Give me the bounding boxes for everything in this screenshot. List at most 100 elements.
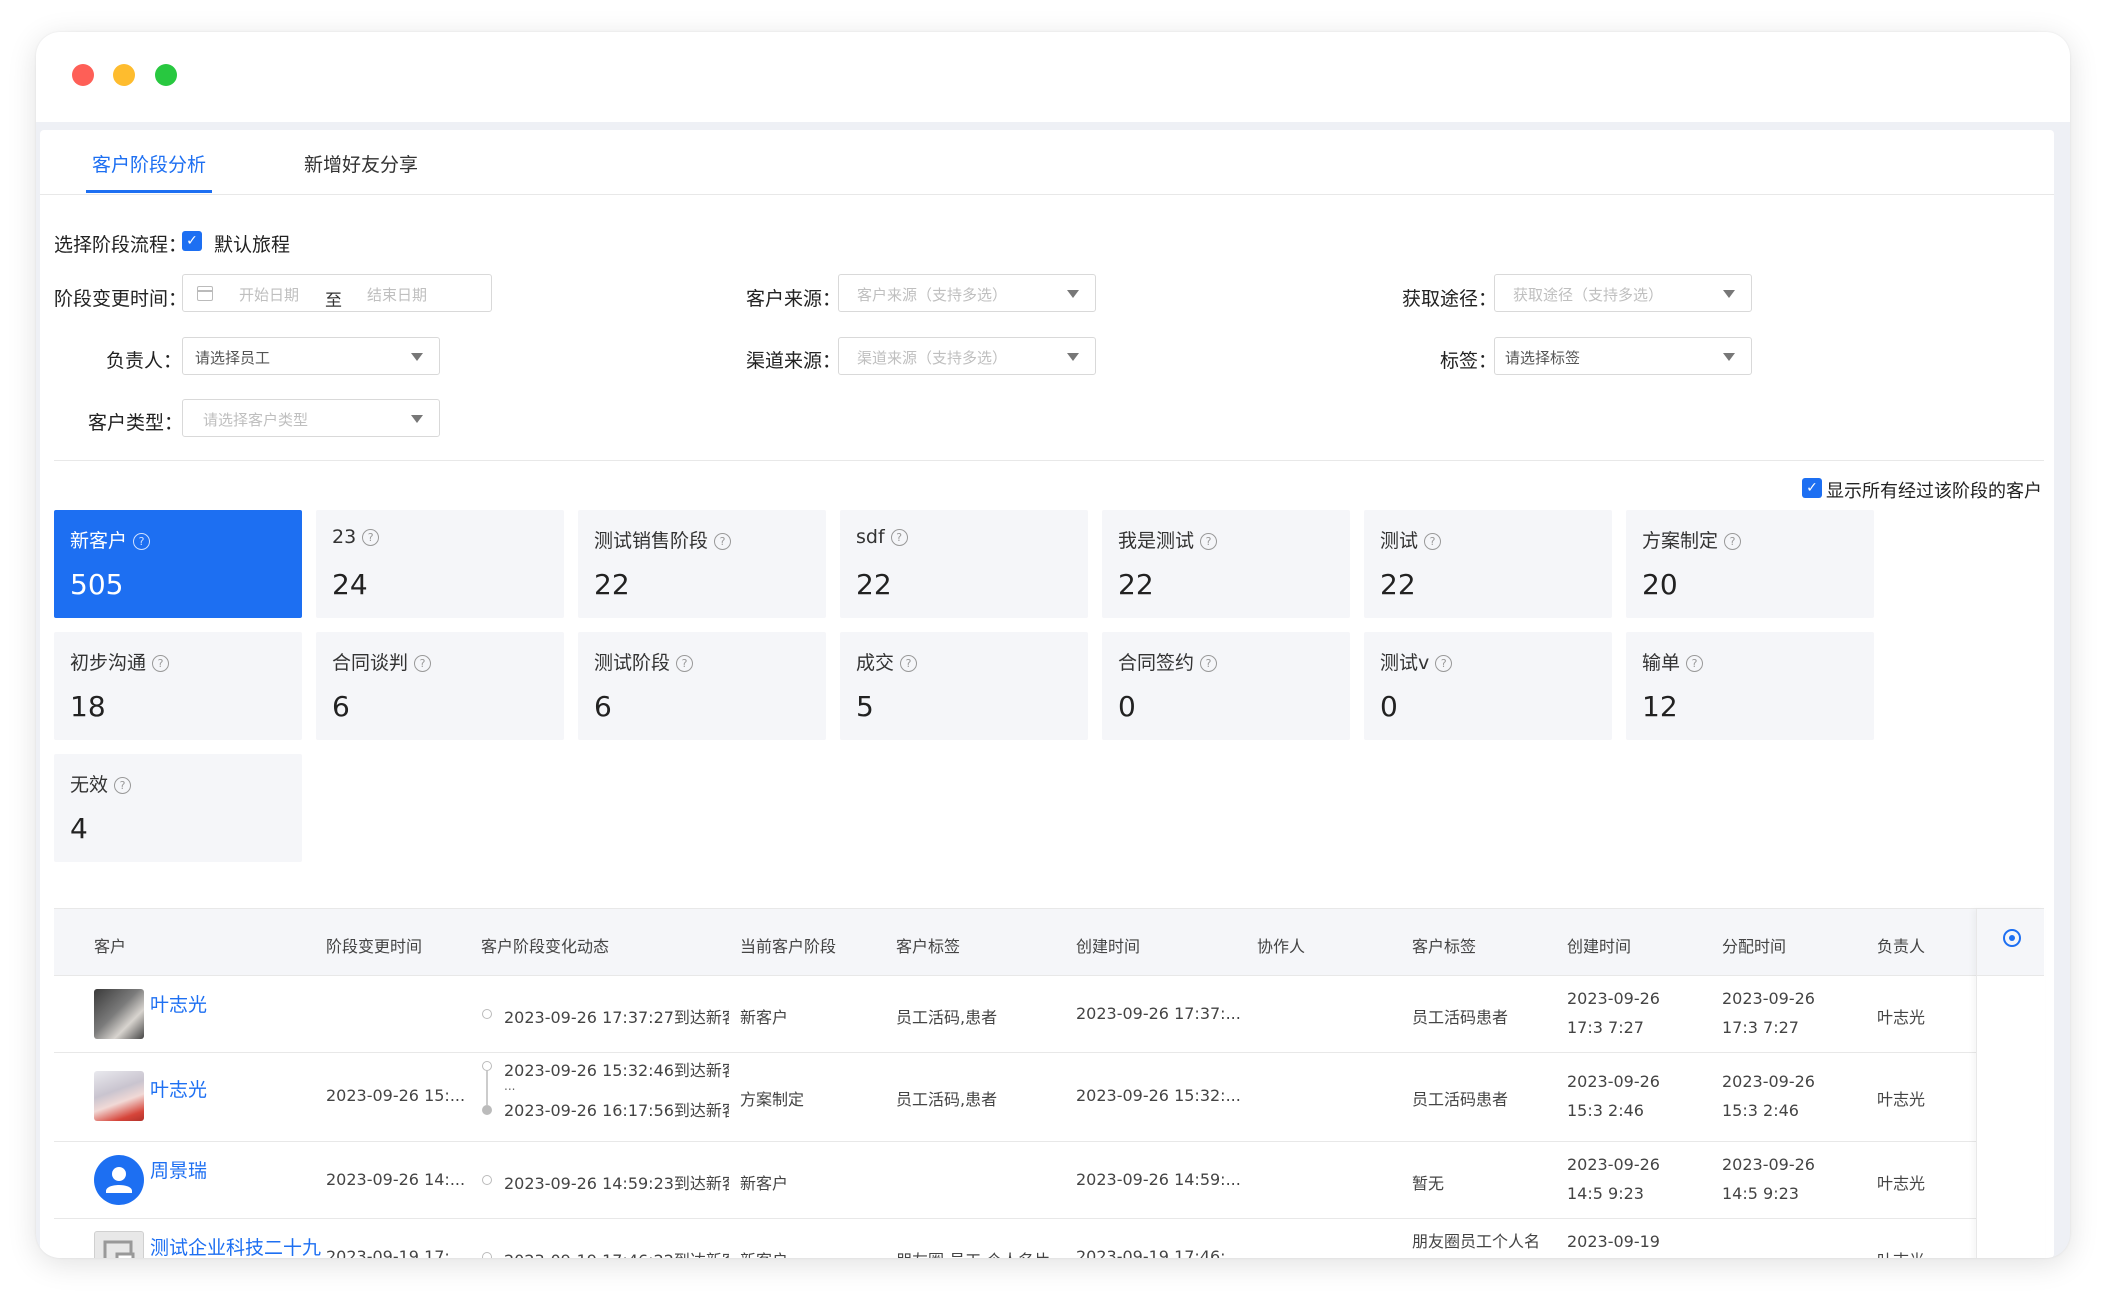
stage-card[interactable]: 合同签约? 0 [1102,632,1350,740]
customer-name-link[interactable]: 叶志光 [150,990,207,1017]
stage-card-count: 22 [856,568,892,601]
owner-label: 负责人： [106,350,183,372]
source-select[interactable]: 客户来源（支持多选） [838,274,1096,312]
type-select[interactable]: 请选择客户类型 [182,399,440,437]
stage-card-name: 我是测试? [1118,526,1218,553]
current-stage-cell: 新客户 [740,1174,789,1193]
acquire-placeholder: 获取途径（支持多选） [1513,286,1664,304]
customer-name-link[interactable]: 周景瑞 [150,1156,207,1183]
date-range-picker[interactable]: 开始日期 至 结束日期 [182,274,492,312]
owner-select[interactable]: 请选择员工 [182,337,440,375]
maximize-window-button[interactable] [155,64,177,86]
col-assigned-time: 分配时间 [1722,937,1787,956]
table-row[interactable]: 叶志光 2023-09-26 15:... 2023-09-26 15:32:4… [54,1053,1976,1142]
timeline-dot [482,1175,492,1185]
created2-cell: 2023-09-26 17:3 7:27 [1567,989,1660,1037]
show-all-checkbox[interactable]: ✓ [1802,478,1822,498]
tab-new-friend-share[interactable]: 新增好友分享 [304,150,418,177]
help-icon[interactable]: ? [676,655,694,672]
stage-card[interactable]: 初步沟通? 18 [54,632,302,740]
tag-select[interactable]: 请选择标签 [1494,337,1752,375]
created-cell: 2023-09-26 14:59:... [1076,1170,1241,1189]
tags-cell: 朋友圈,员工,个人名片 [896,1247,1050,1258]
col-change-time: 阶段变更时间 [326,937,423,956]
help-icon[interactable]: ? [714,533,732,550]
stage-card[interactable]: sdf? 22 [840,510,1088,618]
source-placeholder: 客户来源（支持多选） [857,286,1008,304]
customer-name-link[interactable]: 测试企业科技二十九 [150,1233,321,1258]
help-icon[interactable]: ? [414,655,432,672]
change-time-cell: 2023-09-19 17:... [326,1247,466,1258]
current-stage-cell: 新客户 [740,1247,788,1258]
chevron-down-icon [1723,353,1735,361]
channel-placeholder: 渠道来源（支持多选） [857,349,1008,367]
help-icon[interactable]: ? [900,655,918,672]
stage-card-name: 输单? [1642,648,1704,675]
tags-cell: 员工活码,患者 [896,1090,998,1109]
table-row[interactable]: 叶志光 2023-09-26 17:37:27到达新客户 新客户 员工活码,患者… [54,976,1976,1053]
stage-card[interactable]: 我是测试? 22 [1102,510,1350,618]
stage-card-name: 测试销售阶段? [594,526,732,553]
acquire-select[interactable]: 获取途径（支持多选） [1494,274,1752,312]
channel-label: 渠道来源： [746,350,842,372]
help-icon[interactable]: ? [152,655,170,672]
assigned-cell: 2023-09-26 14:5 9:23 [1722,1155,1815,1203]
help-icon[interactable]: ? [114,777,132,794]
stage-dynamic-cell: 2023-09-26 17:37:27到达新客户 [504,1008,729,1027]
owner-cell: 叶志光 [1877,1008,1926,1027]
stage-card-name: 新客户? [70,526,151,553]
stage-card[interactable]: 方案制定? 20 [1626,510,1874,618]
chevron-down-icon [1723,290,1735,298]
col-collaborator: 协作人 [1257,937,1306,956]
stage-card-new-customer[interactable]: 新客户? 505 [54,510,302,618]
type-label: 客户类型： [88,412,184,434]
col-stage-dynamics: 客户阶段变化动态 [481,937,610,956]
help-icon[interactable]: ? [1200,533,1218,550]
created-cell: 2023-09-26 15:32:... [1076,1086,1241,1105]
settings-gear-icon[interactable] [2003,929,2021,947]
stage-card[interactable]: 23? 24 [316,510,564,618]
stage-card[interactable]: 输单? 12 [1626,632,1874,740]
stage-card-count: 24 [332,568,368,601]
close-window-button[interactable] [72,64,94,86]
created-cell: 2023-09-19 17:46:... [1076,1247,1241,1258]
table-row[interactable]: 测试企业科技二十九 2023-09-19 17:... 2023-09-19 1… [54,1219,1976,1258]
tab-stage-analysis[interactable]: 客户阶段分析 [85,150,213,193]
end-date-input[interactable]: 结束日期 [367,284,427,305]
help-icon[interactable]: ? [1200,655,1218,672]
stage-card[interactable]: 测试销售阶段? 22 [578,510,826,618]
chevron-down-icon [411,353,423,361]
table-row[interactable]: 周景瑞 2023-09-26 14:... 2023-09-26 14:59:2… [54,1142,1976,1219]
help-icon[interactable]: ? [1724,533,1742,550]
stage-card[interactable]: 合同谈判? 6 [316,632,564,740]
stage-flow-label: 选择阶段流程： [54,234,188,256]
stage-card[interactable]: 成交? 5 [840,632,1088,740]
help-icon[interactable]: ? [133,533,151,550]
chevron-down-icon [411,415,423,423]
stage-card[interactable]: 测试? 22 [1364,510,1612,618]
minimize-window-button[interactable] [113,64,135,86]
help-icon[interactable]: ? [1686,655,1704,672]
stage-card[interactable]: 无效? 4 [54,754,302,862]
col-created-time-2: 创建时间 [1567,937,1632,956]
tags2-cell: 员工活码患者 [1412,1008,1509,1027]
stage-card-name: 合同签约? [1118,648,1218,675]
help-icon[interactable]: ? [362,529,380,546]
timeline-dot [482,1105,492,1115]
timeline-dot [482,1252,492,1258]
channel-select[interactable]: 渠道来源（支持多选） [838,337,1096,375]
stage-card[interactable]: 测试v? 0 [1364,632,1612,740]
customer-name-link[interactable]: 叶志光 [150,1075,207,1102]
help-icon[interactable]: ? [890,529,908,546]
stage-card[interactable]: 测试阶段? 6 [578,632,826,740]
help-icon[interactable]: ? [1435,655,1453,672]
change-time-cell: 2023-09-26 14:... [326,1170,466,1189]
current-stage-cell: 方案制定 [740,1090,805,1109]
start-date-input[interactable]: 开始日期 [239,284,299,305]
default-journey-checkbox[interactable]: ✓ [182,231,202,251]
default-journey-label: 默认旅程 [214,234,291,256]
col-owner: 负责人 [1877,937,1926,956]
timeline-dot [482,1061,492,1071]
help-icon[interactable]: ? [1424,533,1442,550]
owner-cell: 叶志光 [1877,1247,1925,1258]
